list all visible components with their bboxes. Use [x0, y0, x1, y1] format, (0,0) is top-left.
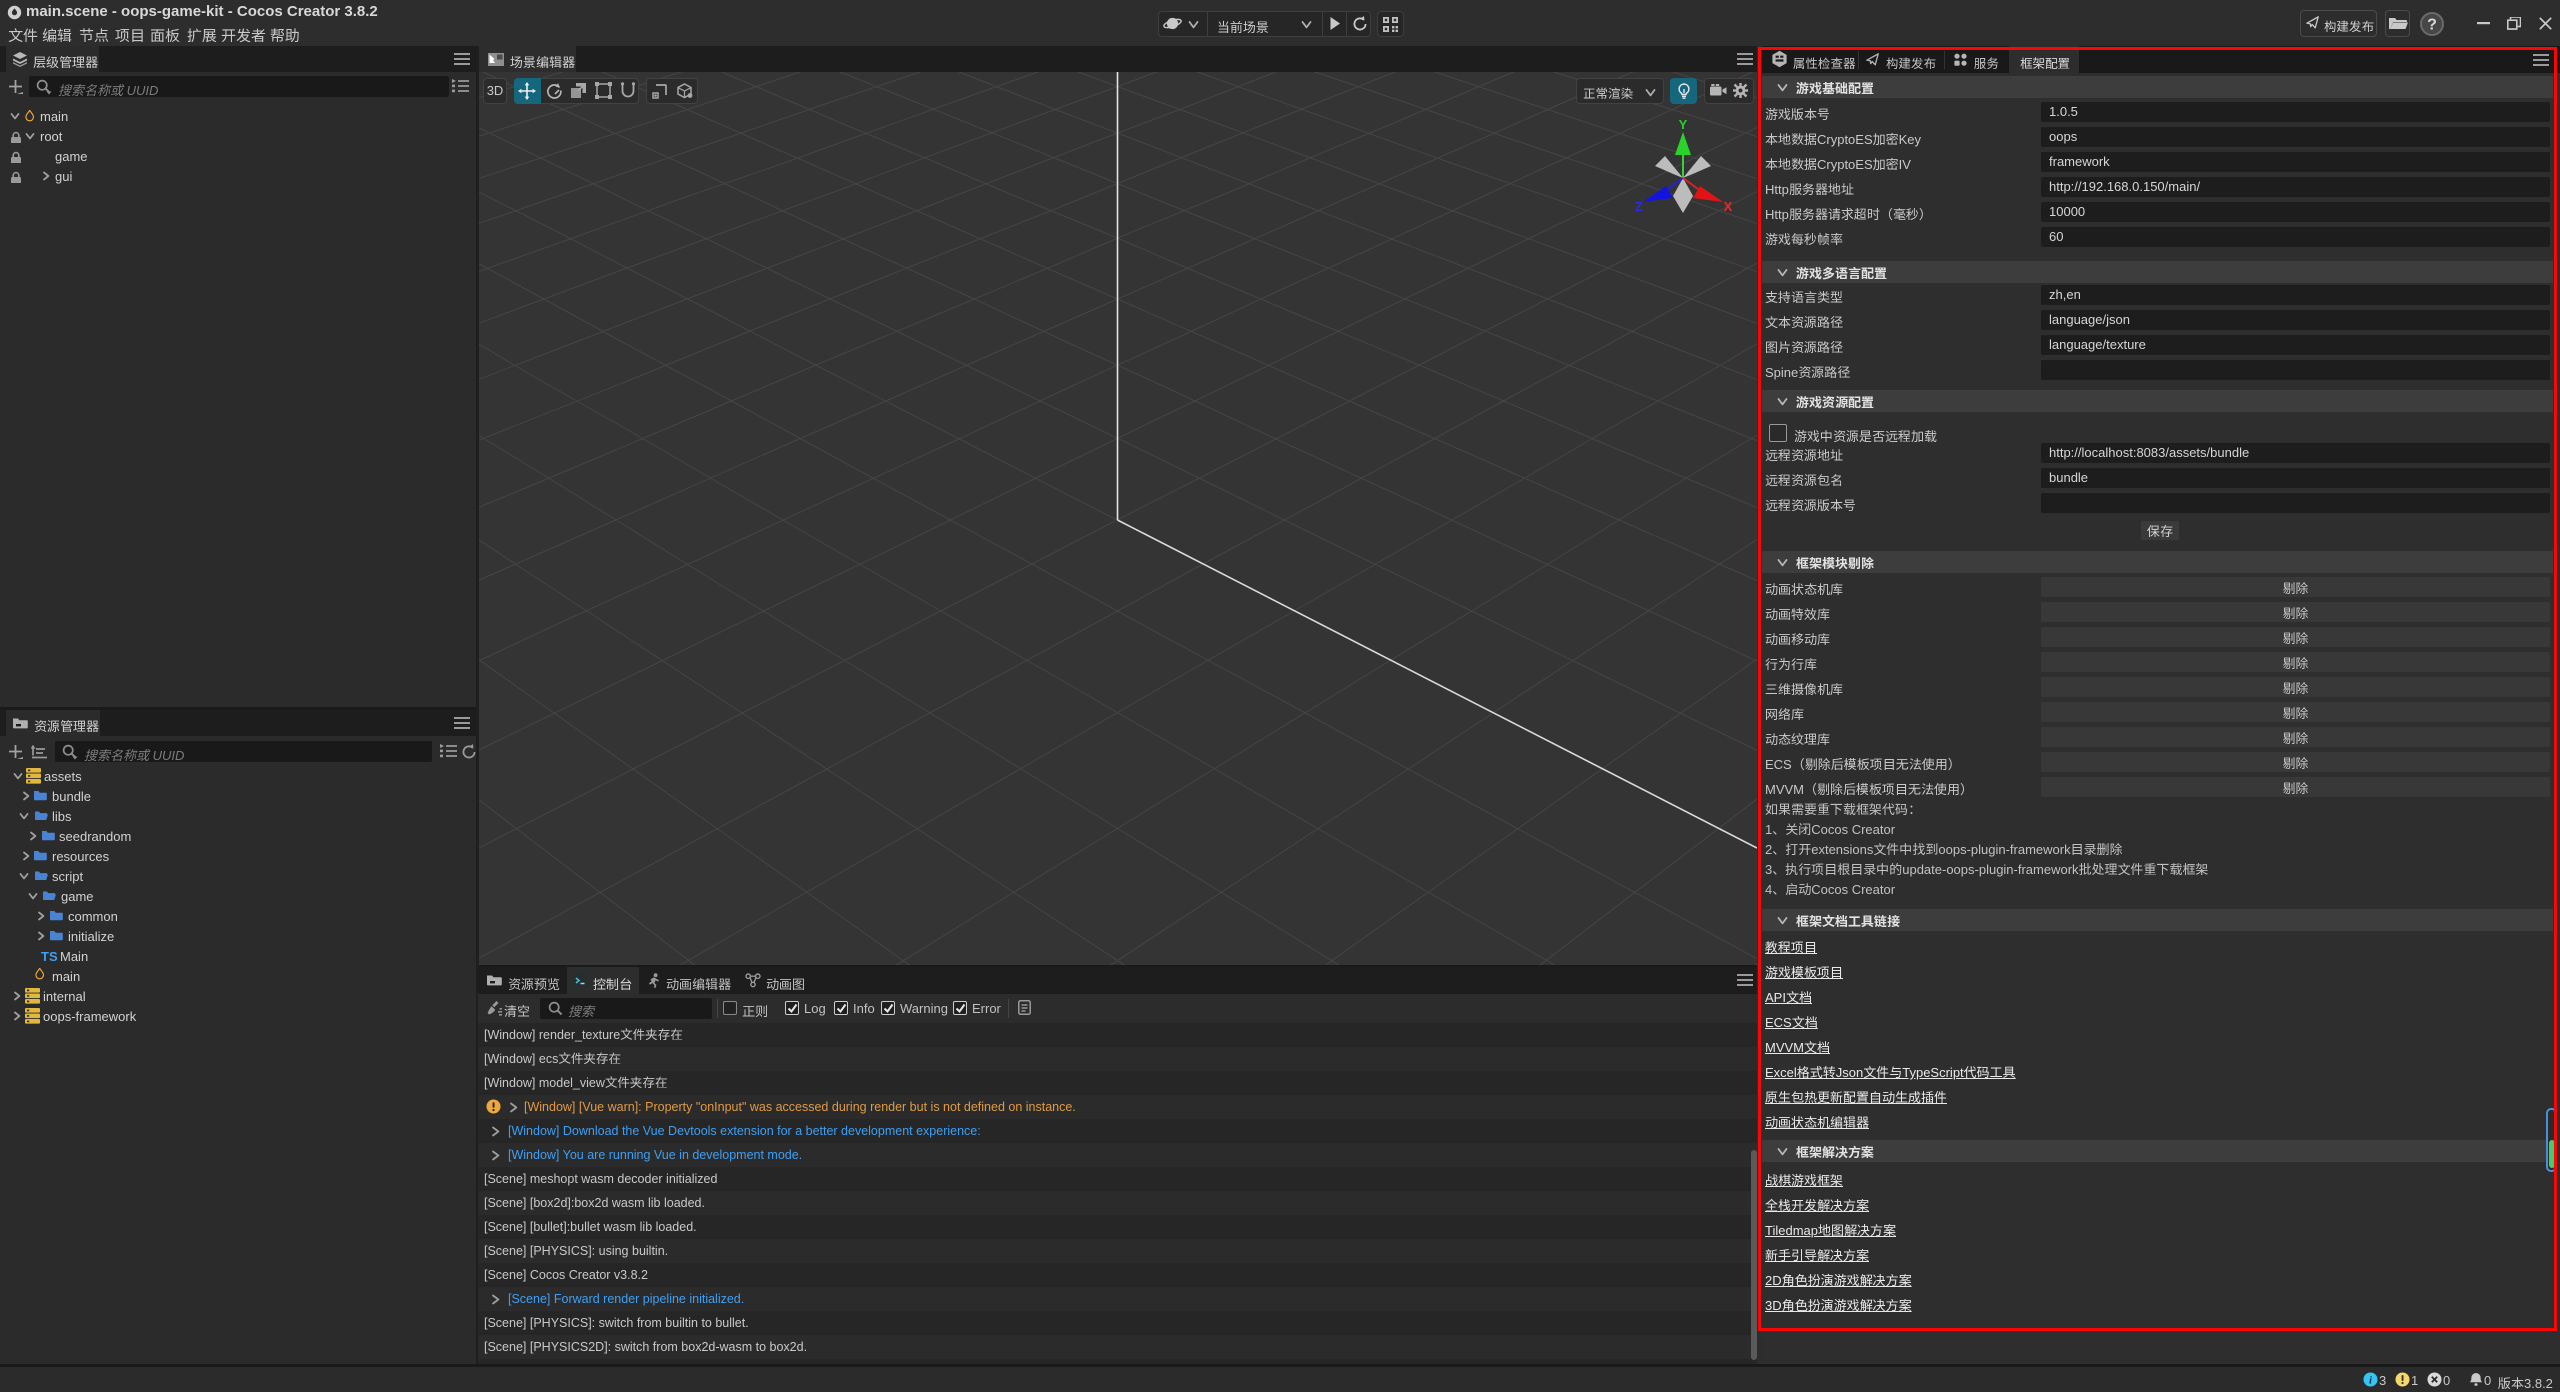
svg-text:Z: Z [1635, 199, 1643, 214]
svg-text:Y: Y [1679, 118, 1688, 132]
svg-text:?: ? [2427, 17, 2437, 34]
svg-text:X: X [1724, 199, 1733, 214]
